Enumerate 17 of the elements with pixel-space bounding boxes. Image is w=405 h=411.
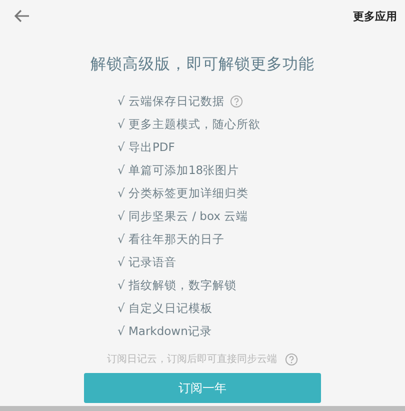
feature-text: √ 导出PDF xyxy=(118,140,175,154)
feature-text: √ 指纹解锁，数字解锁 xyxy=(118,278,236,292)
feature-text: √ 自定义日记模板 xyxy=(118,300,212,316)
feature-text: √ 分类标签更加详细归类 xyxy=(118,186,248,200)
subscription-note: 订阅日记云，订阅后即可直接同步云端 xyxy=(107,352,277,366)
feature-text: √ Markdown记录 xyxy=(118,324,212,338)
back-icon[interactable] xyxy=(14,9,30,23)
feature-text: √ 更多主题模式，随心所欲 xyxy=(118,116,260,132)
help-icon[interactable] xyxy=(230,94,244,108)
feature-text: √ 单篇可添加18张图片 xyxy=(118,162,240,178)
more-apps-link[interactable]: 更多应用 xyxy=(353,8,397,24)
feature-text: √ 同步坚果云 / box 云端 xyxy=(118,208,248,224)
page-title: 解锁高级版，即可解锁更多功能 xyxy=(90,54,314,75)
feature-text: √ 看往年那天的日子 xyxy=(118,232,224,246)
feature-text: √ 记录语音 xyxy=(118,254,176,270)
help-icon[interactable] xyxy=(285,352,298,366)
feature-text: √ 云端保存日记数据 xyxy=(118,94,224,108)
